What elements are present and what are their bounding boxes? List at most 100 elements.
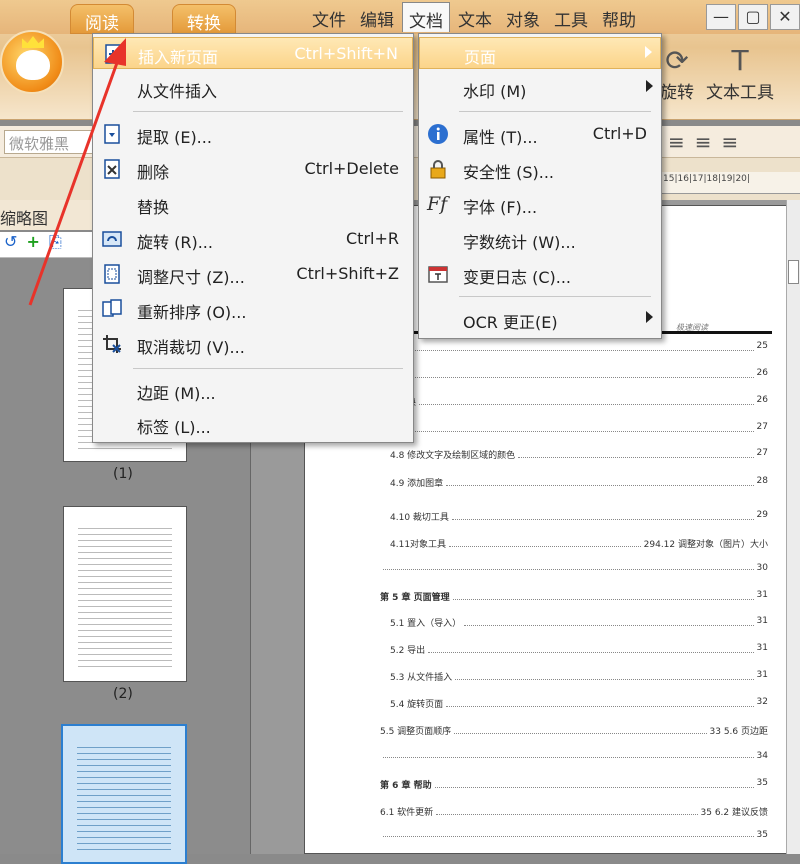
toc-title: 4.9 添加图章 bbox=[390, 479, 444, 489]
menu-item-label: 属性 (T)... bbox=[463, 128, 538, 147]
toc-row[interactable]: 5.5 调整页面顺序 33 5.6 页边距 bbox=[380, 724, 768, 737]
toc-leader bbox=[383, 563, 754, 570]
toc-title: 4.8 修改文字及绘制区域的颜色 bbox=[390, 451, 516, 461]
submenu-item-word-count[interactable]: 字数统计 (W)... bbox=[419, 223, 661, 255]
toc-row[interactable]: 第 5 章 页面管理 31 bbox=[380, 590, 768, 603]
toc-row[interactable]: 5.4 旋转页面 32 bbox=[380, 697, 768, 710]
thumbnail-toolbar: ↺ + ⎘ bbox=[0, 232, 95, 258]
toc-row[interactable]: 30 bbox=[380, 563, 768, 573]
menu-item-label: 从文件插入 bbox=[137, 82, 218, 101]
menu-item-resize[interactable]: 调整尺寸 (Z)... Ctrl+Shift+Z bbox=[93, 258, 413, 290]
minimize-button[interactable]: — bbox=[706, 4, 736, 30]
font-select[interactable]: 微软雅黑 bbox=[4, 130, 94, 154]
menu-item-extract[interactable]: 提取 (E)... bbox=[93, 118, 413, 150]
rotate-left-icon[interactable]: ↺ bbox=[4, 232, 17, 251]
toc-row[interactable]: 王26 bbox=[380, 368, 768, 381]
toc-title: 4.10 裁切工具 bbox=[390, 513, 449, 523]
toc-leader bbox=[464, 616, 754, 626]
toc-page-number: 294.12 调整对象（图片）大小 bbox=[643, 540, 768, 550]
menu-document[interactable]: 文档 bbox=[402, 2, 450, 32]
menu-object[interactable]: 对象 bbox=[500, 2, 546, 32]
menu-item-shortcut: Ctrl+R bbox=[346, 229, 399, 248]
reorder-pages-icon bbox=[102, 299, 122, 317]
menu-item-margins[interactable]: 边距 (M)... bbox=[93, 374, 413, 406]
menu-item-label: OCR 更正(E) bbox=[463, 313, 558, 332]
toc-page-number: 27 bbox=[756, 448, 768, 458]
menu-item-label: 删除 bbox=[137, 163, 170, 182]
align-center-icon[interactable]: ≡ bbox=[695, 130, 712, 154]
rotate-tool[interactable]: ⟳ 旋转 bbox=[660, 44, 694, 103]
submenu-item-changelog[interactable]: 变更日志 (C)... bbox=[419, 258, 661, 290]
toc-leader bbox=[455, 670, 754, 680]
thumbnail-title-text: 缩略图 bbox=[0, 209, 49, 228]
toc-row[interactable]: 找和替换26 bbox=[380, 395, 768, 408]
insert-page-icon[interactable]: ⎘ bbox=[49, 232, 62, 251]
toc-page-number: 31 bbox=[756, 590, 768, 600]
close-button[interactable]: ✕ bbox=[770, 4, 800, 30]
menu-item-label: 边距 (M)... bbox=[137, 384, 216, 403]
toc-leader bbox=[451, 510, 754, 520]
toc-row[interactable]: 4.10 裁切工具 29 bbox=[380, 510, 768, 523]
tab-convert[interactable]: 转换 bbox=[172, 4, 236, 34]
toc-row[interactable]: 5.3 从文件插入 31 bbox=[380, 670, 768, 683]
submenu-item-properties[interactable]: 属性 (T)... Ctrl+D bbox=[419, 118, 661, 150]
toc-leader bbox=[446, 476, 754, 486]
toc-row[interactable]: 4.9 添加图章 28 bbox=[380, 476, 768, 489]
menu-item-delete[interactable]: 删除 Ctrl+Delete bbox=[93, 153, 413, 185]
submenu-item-ocr-correction[interactable]: OCR 更正(E) bbox=[419, 303, 661, 335]
toc-page-number: 35 bbox=[756, 778, 768, 788]
toc-row[interactable]: 35 bbox=[380, 830, 768, 840]
menu-item-rotate[interactable]: 旋转 (R)... Ctrl+R bbox=[93, 223, 413, 255]
page-thumbnail-3[interactable] bbox=[61, 724, 187, 864]
toc-row[interactable]: 第 6 章 帮助 35 bbox=[380, 778, 768, 791]
menu-item-insert-from-file[interactable]: 从文件插入 bbox=[93, 72, 413, 104]
text-tool[interactable]: T 文本工具 bbox=[706, 44, 774, 103]
uncrop-icon bbox=[103, 335, 121, 353]
thumbnail-label-2: (2) bbox=[113, 686, 133, 702]
submenu-item-watermark[interactable]: 水印 (M) bbox=[419, 72, 661, 104]
menu-file[interactable]: 文件 bbox=[306, 2, 352, 32]
maximize-button[interactable]: ▢ bbox=[738, 4, 768, 30]
menu-help[interactable]: 帮助 bbox=[596, 2, 642, 32]
tab-read[interactable]: 阅读 bbox=[70, 4, 134, 34]
toc-leader bbox=[446, 697, 754, 707]
alignment-tools: ≡ ≡ ≡ bbox=[668, 130, 738, 154]
ruler: |15|16|17|18|19|20| bbox=[660, 172, 800, 194]
menu-item-replace[interactable]: 替换 bbox=[93, 188, 413, 220]
toc-row[interactable]: 斤25 bbox=[380, 341, 768, 354]
toc-row[interactable]: 5.1 置入（导入） 31 bbox=[380, 616, 768, 629]
mascot-icon bbox=[16, 50, 50, 80]
menu-item-label: 取消裁切 (V)... bbox=[137, 338, 245, 357]
toc-row[interactable]: 6.1 软件更新 35 6.2 建议反馈 bbox=[380, 805, 768, 818]
toc-row[interactable]: 5.2 导出 31 bbox=[380, 643, 768, 656]
scrollbar-thumb[interactable] bbox=[788, 260, 799, 284]
toc-row[interactable]: 4.11对象工具 294.12 调整对象（图片）大小 bbox=[380, 537, 768, 550]
submenu-item-fonts[interactable]: Ff 字体 (F)... bbox=[419, 188, 661, 220]
submenu-item-security[interactable]: 安全性 (S)... bbox=[419, 153, 661, 185]
toc-page-number: 31 bbox=[756, 616, 768, 626]
menu-item-label: 旋转 (R)... bbox=[137, 233, 213, 252]
toc-row[interactable]: 34 bbox=[380, 751, 768, 761]
menu-item-insert-new-page[interactable]: 插入新页面 Ctrl+Shift+N bbox=[93, 37, 413, 69]
submenu-item-page[interactable]: 页面 bbox=[419, 37, 661, 69]
menu-edit[interactable]: 编辑 bbox=[354, 2, 400, 32]
toc-page-number: 35 6.2 建议反馈 bbox=[700, 808, 769, 818]
align-left-icon[interactable]: ≡ bbox=[668, 130, 685, 154]
menu-separator bbox=[459, 111, 651, 112]
toc-row[interactable]: 4.8 修改文字及绘制区域的颜色 27 bbox=[380, 448, 768, 461]
menu-item-labels[interactable]: 标签 (L)... bbox=[93, 408, 413, 440]
vertical-scrollbar[interactable] bbox=[786, 200, 800, 854]
toc-page-number: 35 bbox=[756, 830, 768, 840]
toc-page-number: 26 bbox=[756, 395, 768, 405]
page-thumbnail-2[interactable] bbox=[63, 506, 187, 682]
menu-item-reorder[interactable]: 重新排序 (O)... bbox=[93, 293, 413, 325]
toc-page-number: 25 bbox=[756, 341, 768, 351]
toc-leader bbox=[410, 422, 754, 432]
justify-icon[interactable]: ≡ bbox=[722, 130, 739, 154]
menu-tools[interactable]: 工具 bbox=[548, 2, 594, 32]
toc-row[interactable]: 转页面27 bbox=[380, 422, 768, 435]
menu-text[interactable]: 文本 bbox=[452, 2, 498, 32]
text-tool-label: 文本工具 bbox=[706, 83, 774, 103]
menu-item-uncrop[interactable]: 取消裁切 (V)... bbox=[93, 328, 413, 360]
add-page-icon[interactable]: + bbox=[27, 232, 40, 251]
